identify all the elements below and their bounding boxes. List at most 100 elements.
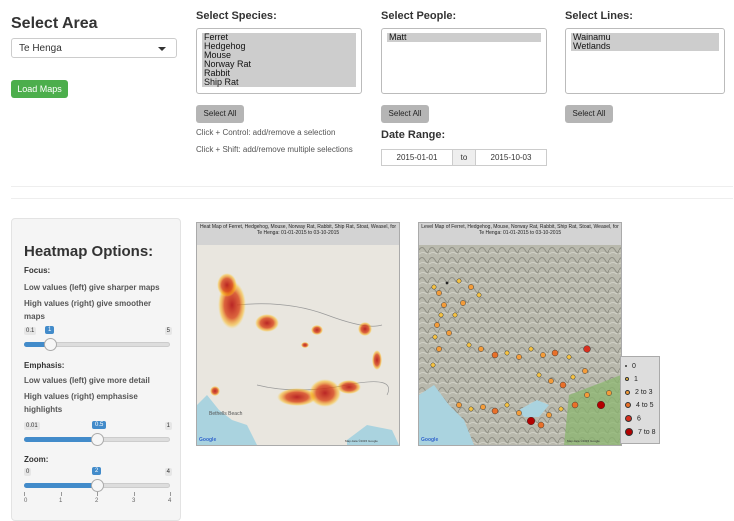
trap-marker <box>434 322 440 328</box>
heat-blob <box>358 322 372 336</box>
people-listbox[interactable]: Matt <box>381 28 547 94</box>
heat-map: Heat Map of Ferret, Hedgehog, Mouse, Nor… <box>196 222 400 446</box>
focus-slider-value: 1 <box>45 326 55 334</box>
zoom-tick-label: 3 <box>132 498 136 504</box>
legend-dot <box>625 365 627 368</box>
zoom-slider-handle[interactable] <box>91 479 104 492</box>
trap-marker <box>445 281 449 285</box>
heatmap-options-panel: Heatmap Options: Focus: Low values (left… <box>11 218 181 521</box>
load-maps-button[interactable]: Load Maps <box>11 80 68 98</box>
zoom-tick-mark <box>24 492 25 496</box>
zoom-slider-value: 2 <box>92 467 102 475</box>
legend-dot <box>625 402 631 409</box>
emphasis-slider-fill <box>24 437 97 442</box>
trap-marker <box>536 372 542 378</box>
zoom-slider[interactable]: 0 4 2 0 1 2 3 4 <box>24 467 172 504</box>
people-select-all-button[interactable]: Select All <box>381 105 429 123</box>
heat-blob <box>372 350 382 370</box>
select-lines-title: Select Lines: <box>565 10 633 22</box>
trap-marker <box>584 392 590 398</box>
level-map: Level Map of Ferret, Hedgehog, Mouse, No… <box>418 222 622 446</box>
legend-label: 1 <box>634 376 638 383</box>
trap-marker <box>540 352 546 358</box>
level-map-canvas: Google Map data ©2015 Google <box>419 245 621 445</box>
trap-marker <box>583 345 591 353</box>
emphasis-desc-low: Low values (left) give more detail <box>24 376 150 385</box>
zoom-tick-mark <box>170 492 171 496</box>
emphasis-slider-max: 1 <box>164 422 172 430</box>
heat-blob <box>210 386 220 396</box>
trap-marker <box>596 400 605 409</box>
legend-item: 7 to 8 <box>625 428 656 436</box>
trap-marker <box>491 407 499 415</box>
zoom-tick-mark <box>97 492 98 496</box>
zoom-slider-fill <box>24 483 97 488</box>
heat-map-canvas: Bethells Beach Google Map data ©2015 Goo… <box>197 245 399 445</box>
lines-option[interactable]: Wetlands <box>571 42 719 51</box>
trap-marker <box>548 378 554 384</box>
trap-marker <box>478 346 484 352</box>
start-date-input[interactable]: 2015-01-01 <box>381 149 453 166</box>
trap-marker <box>452 312 458 318</box>
trap-marker <box>551 349 559 357</box>
legend-label: 7 to 8 <box>638 428 656 436</box>
date-range-title: Date Range: <box>381 129 446 141</box>
trap-marker <box>436 290 442 296</box>
heat-map-credit: Map data ©2015 Google <box>345 439 378 443</box>
species-listbox[interactable]: Ferret Hedgehog Mouse Norway Rat Rabbit … <box>196 28 362 94</box>
trap-marker <box>582 368 588 374</box>
heat-blob <box>255 314 279 332</box>
heatmap-options-title: Heatmap Options: <box>24 243 154 260</box>
trap-marker <box>432 334 438 340</box>
trap-marker <box>456 278 462 284</box>
area-select[interactable]: Te Henga <box>11 38 177 58</box>
legend-item: 1 <box>625 376 638 383</box>
trap-marker <box>570 374 576 380</box>
level-map-title: Level Map of Ferret, Hedgehog, Mouse, No… <box>419 223 621 245</box>
emphasis-slider-min: 0.01 <box>24 422 40 430</box>
zoom-tick-mark <box>134 492 135 496</box>
species-option[interactable]: Ship Rat <box>202 78 356 87</box>
date-to-label: to <box>453 149 475 166</box>
heat-blob <box>301 342 309 348</box>
focus-label: Focus: <box>24 266 51 275</box>
trap-marker <box>516 410 522 416</box>
trap-marker <box>504 350 510 356</box>
divider-2 <box>11 198 733 199</box>
select-species-title: Select Species: <box>196 10 277 22</box>
people-option[interactable]: Matt <box>387 33 541 42</box>
trap-marker <box>528 346 534 352</box>
trap-marker <box>456 402 462 408</box>
lines-listbox[interactable]: Wainamu Wetlands <box>565 28 725 94</box>
heat-blob <box>337 380 361 394</box>
google-logo: Google <box>199 437 216 443</box>
help-shift: Click + Shift: add/remove multiple selec… <box>196 145 353 154</box>
lines-select-all-button[interactable]: Select All <box>565 105 613 123</box>
zoom-ticks: 0 1 2 3 4 <box>24 492 171 504</box>
trap-marker <box>441 302 447 308</box>
zoom-slider-min: 0 <box>24 468 32 476</box>
chevron-down-icon <box>158 47 166 51</box>
end-date-input[interactable]: 2015-10-03 <box>475 149 547 166</box>
trap-marker <box>491 351 499 359</box>
trap-marker <box>431 284 437 290</box>
trap-marker <box>466 342 472 348</box>
legend-label: 2 to 3 <box>635 389 653 396</box>
focus-slider-handle[interactable] <box>44 338 57 351</box>
help-control: Click + Control: add/remove a selection <box>196 128 336 137</box>
emphasis-slider-handle[interactable] <box>91 433 104 446</box>
emphasis-slider-value: 0.5 <box>92 421 107 429</box>
level-legend: 0 1 2 to 3 4 to 5 6 7 to 8 <box>620 356 660 444</box>
trap-marker <box>468 284 474 290</box>
select-area-title: Select Area <box>11 15 98 32</box>
trap-marker <box>537 421 545 429</box>
legend-dot <box>625 415 632 422</box>
species-select-all-button[interactable]: Select All <box>196 105 244 123</box>
trap-marker <box>571 401 579 409</box>
trap-marker <box>606 390 612 396</box>
zoom-tick-mark <box>61 492 62 496</box>
trap-marker <box>476 292 482 298</box>
legend-item: 6 <box>625 415 641 422</box>
legend-dot <box>625 377 629 382</box>
emphasis-label: Emphasis: <box>24 361 65 370</box>
